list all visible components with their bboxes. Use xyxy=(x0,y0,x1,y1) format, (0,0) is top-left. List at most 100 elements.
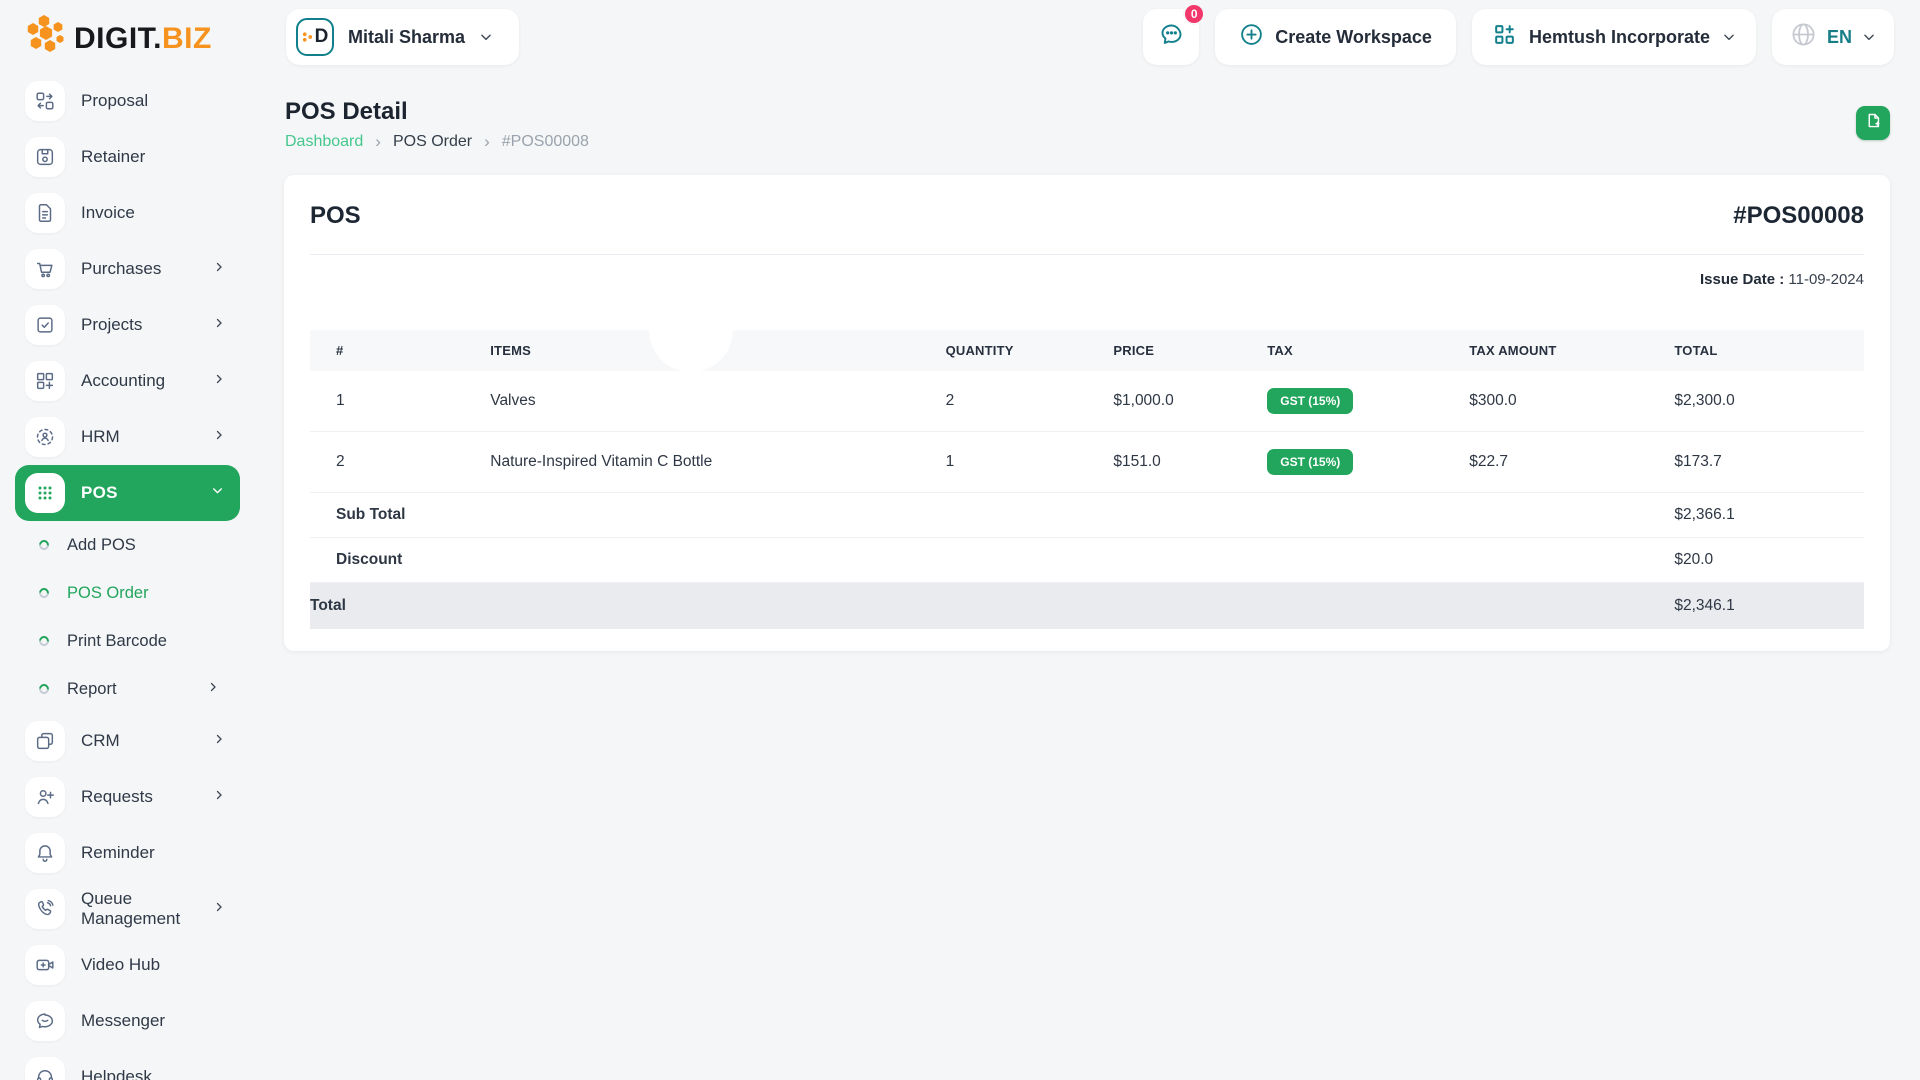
breadcrumb-pos-order[interactable]: POS Order xyxy=(393,133,472,151)
total-value: $2,346.1 xyxy=(1674,583,1864,630)
create-workspace-label: Create Workspace xyxy=(1275,27,1432,48)
workspace-name: Mitali Sharma xyxy=(348,27,465,48)
sidebar-item-proposal[interactable]: Proposal xyxy=(0,73,253,129)
crm-cards-icon xyxy=(25,721,65,761)
tax-badge: GST (15%) xyxy=(1267,388,1353,414)
chevron-right-icon xyxy=(213,788,225,806)
document-export-icon xyxy=(1865,112,1882,134)
sidebar-subitem-add-pos[interactable]: Add POS xyxy=(0,521,253,569)
total-row: Total $2,346.1 xyxy=(310,583,1864,630)
language-selector[interactable]: EN xyxy=(1772,9,1894,65)
col-header-items: ITEMS xyxy=(490,330,945,371)
issue-date-row: Issue Date : 11-09-2024 xyxy=(310,271,1864,288)
logo-text: DIGIT.BIZ xyxy=(74,22,212,56)
row-quantity: 1 xyxy=(946,432,1114,493)
accounting-grid-icon xyxy=(25,361,65,401)
chevron-right-icon xyxy=(213,428,225,446)
sidebar-item-retainer[interactable]: Retainer xyxy=(0,129,253,185)
breadcrumb-separator: › xyxy=(484,132,490,152)
tax-badge: GST (15%) xyxy=(1267,449,1353,475)
pos-dots-icon xyxy=(25,473,65,513)
sidebar-item-requests[interactable]: Requests xyxy=(0,769,253,825)
sidebar-item-pos[interactable]: POS xyxy=(15,465,240,521)
sidebar-item-projects[interactable]: Projects xyxy=(0,297,253,353)
chevron-right-icon xyxy=(207,680,219,698)
row-quantity: 2 xyxy=(946,371,1114,432)
chevron-down-icon xyxy=(1722,30,1736,44)
invoice-icon xyxy=(25,193,65,233)
bullet-icon xyxy=(37,538,51,552)
project-check-icon xyxy=(25,305,65,345)
chevron-down-icon xyxy=(211,484,224,502)
app-logo[interactable]: DIGIT.BIZ xyxy=(24,14,212,63)
sidebar-item-accounting[interactable]: Accounting xyxy=(0,353,253,409)
retainer-icon xyxy=(25,137,65,177)
col-header-tax-amount: TAX AMOUNT xyxy=(1469,330,1674,371)
col-header-num: # xyxy=(310,330,490,371)
chevron-right-icon xyxy=(213,372,225,390)
chevron-right-icon xyxy=(213,732,225,750)
sidebar-item-video-hub[interactable]: Video Hub xyxy=(0,937,253,993)
workspace-grid-icon xyxy=(1492,22,1517,52)
breadcrumb-current: #POS00008 xyxy=(502,133,589,151)
row-tax: GST (15%) xyxy=(1267,432,1469,493)
row-tax: GST (15%) xyxy=(1267,371,1469,432)
total-label: Total xyxy=(310,583,490,630)
chevron-down-icon xyxy=(1862,30,1876,44)
issue-date-value: 11-09-2024 xyxy=(1788,271,1864,288)
company-selector[interactable]: Hemtush Incorporate xyxy=(1472,9,1756,65)
breadcrumb: Dashboard › POS Order › #POS00008 xyxy=(285,132,589,152)
bell-icon xyxy=(25,833,65,873)
sidebar-item-purchases[interactable]: Purchases xyxy=(0,241,253,297)
create-workspace-button[interactable]: Create Workspace xyxy=(1215,9,1456,65)
headset-icon xyxy=(25,1057,65,1080)
sidebar-item-queue-management[interactable]: Queue Management xyxy=(0,881,253,937)
plus-circle-icon xyxy=(1239,22,1264,52)
bullet-icon xyxy=(37,682,51,696)
col-header-tax: TAX xyxy=(1267,330,1469,371)
table-header-row: # ITEMS QUANTITY PRICE TAX TAX AMOUNT TO… xyxy=(310,330,1864,371)
subtotal-row: Sub Total $2,366.1 xyxy=(310,493,1864,538)
sidebar-item-reminder[interactable]: Reminder xyxy=(0,825,253,881)
row-tax-amount: $300.0 xyxy=(1469,371,1674,432)
row-item: Nature-Inspired Vitamin C Bottle xyxy=(490,432,945,493)
chevron-right-icon xyxy=(213,900,225,918)
chevron-right-icon xyxy=(213,316,225,334)
company-name: Hemtush Incorporate xyxy=(1529,27,1710,48)
page-title: POS Detail xyxy=(285,98,408,126)
video-camera-icon xyxy=(25,945,65,985)
breadcrumb-dashboard[interactable]: Dashboard xyxy=(285,133,363,151)
table-row: 1 Valves 2 $1,000.0 GST (15%) $300.0 $2,… xyxy=(310,371,1864,432)
pos-number: #POS00008 xyxy=(1733,202,1864,230)
col-header-quantity: QUANTITY xyxy=(946,330,1114,371)
sidebar-subitem-report[interactable]: Report xyxy=(0,665,253,713)
chevron-down-icon xyxy=(479,30,493,44)
sidebar-item-crm[interactable]: CRM xyxy=(0,713,253,769)
row-num: 2 xyxy=(310,432,490,493)
message-bubble-icon xyxy=(25,1001,65,1041)
col-header-price: PRICE xyxy=(1113,330,1267,371)
hrm-person-icon xyxy=(25,417,65,457)
issue-date-label: Issue Date : xyxy=(1700,271,1784,288)
sidebar-item-hrm[interactable]: HRM xyxy=(0,409,253,465)
phone-call-icon xyxy=(25,889,65,929)
chat-notification-badge: 0 xyxy=(1183,3,1205,25)
chevron-right-icon xyxy=(213,260,225,278)
sidebar-subitem-print-barcode[interactable]: Print Barcode xyxy=(0,617,253,665)
sidebar-nav: Proposal Retainer Invoice Purchases xyxy=(0,73,253,1080)
card-title: POS xyxy=(310,202,361,230)
table-row: 2 Nature-Inspired Vitamin C Bottle 1 $15… xyxy=(310,432,1864,493)
workspace-selector[interactable]: D Mitali Sharma xyxy=(286,9,519,65)
subtotal-label: Sub Total xyxy=(310,493,490,538)
sidebar-item-helpdesk[interactable]: Helpdesk xyxy=(0,1049,253,1080)
export-document-button[interactable] xyxy=(1856,106,1890,140)
chat-button[interactable]: 0 xyxy=(1143,9,1199,65)
pos-items-table: # ITEMS QUANTITY PRICE TAX TAX AMOUNT TO… xyxy=(310,330,1864,629)
proposal-icon xyxy=(25,81,65,121)
language-code: EN xyxy=(1827,27,1852,48)
sidebar-item-invoice[interactable]: Invoice xyxy=(0,185,253,241)
bullet-icon xyxy=(37,634,51,648)
sidebar-subitem-pos-order[interactable]: POS Order xyxy=(0,569,253,617)
card-header: POS #POS00008 xyxy=(310,175,1864,255)
sidebar-item-messenger[interactable]: Messenger xyxy=(0,993,253,1049)
